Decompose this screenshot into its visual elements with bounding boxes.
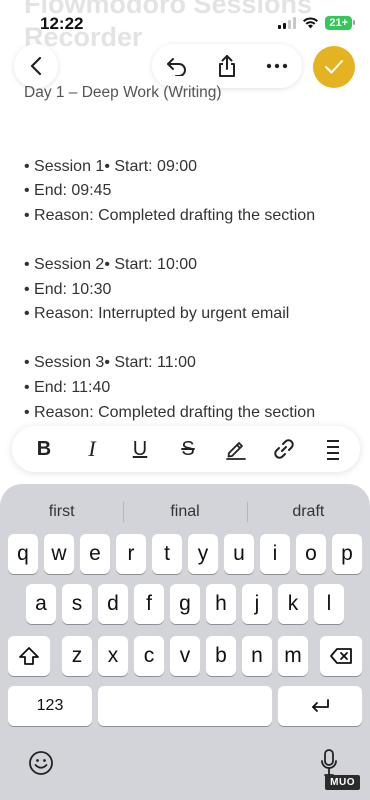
space-key[interactable] — [98, 686, 272, 726]
on-screen-keyboard: first final draft qwertyuiop asdfghjkl z… — [0, 484, 370, 800]
cellular-signal-icon — [278, 17, 297, 29]
key-e[interactable]: e — [80, 534, 110, 574]
key-r[interactable]: r — [116, 534, 146, 574]
list-button[interactable] — [314, 431, 350, 467]
more-horizontal-icon — [266, 63, 288, 69]
note-heading[interactable]: Day 1 – Deep Work (Writing) — [24, 84, 222, 102]
return-key[interactable] — [278, 686, 362, 726]
emoji-icon — [29, 751, 53, 775]
numbers-key[interactable]: 123 — [8, 686, 92, 726]
italic-button[interactable]: I — [74, 431, 110, 467]
key-m[interactable]: m — [278, 636, 308, 676]
return-icon — [312, 699, 329, 712]
key-i[interactable]: i — [260, 534, 290, 574]
battery-indicator: 21+ — [325, 16, 355, 30]
share-button[interactable] — [205, 44, 249, 88]
key-q[interactable]: q — [8, 534, 38, 574]
key-z[interactable]: z — [62, 636, 92, 676]
key-y[interactable]: y — [188, 534, 218, 574]
emoji-button[interactable] — [24, 746, 58, 780]
key-s[interactable]: s — [62, 584, 92, 624]
done-button[interactable] — [313, 46, 355, 88]
key-o[interactable]: o — [296, 534, 326, 574]
key-l[interactable]: l — [314, 584, 344, 624]
key-row-4: 123 — [0, 686, 370, 726]
note-line[interactable]: • Session 2• Start: 10:00 — [24, 255, 354, 280]
list-icon — [327, 440, 339, 460]
underline-button[interactable]: U — [122, 431, 158, 467]
chevron-left-icon — [30, 56, 42, 76]
key-w[interactable]: w — [44, 534, 74, 574]
status-time: 12:22 — [40, 14, 84, 33]
status-icons: 21+ — [278, 16, 355, 30]
note-body[interactable]: • Session 1• Start: 09:00 • End: 09:45 • R… — [24, 132, 354, 427]
formatting-toolbar: B I U S — [12, 426, 360, 472]
blank-line[interactable] — [24, 329, 354, 354]
note-line[interactable]: • Reason: Completed drafting the section — [24, 206, 354, 231]
note-line[interactable]: • End: 09:45 — [24, 181, 354, 206]
note-line[interactable]: • Reason: Interrupted by urgent email — [24, 304, 354, 329]
key-a[interactable]: a — [26, 584, 56, 624]
wifi-icon — [303, 17, 319, 29]
key-row-1: qwertyuiop — [0, 534, 370, 574]
back-button[interactable] — [14, 44, 58, 88]
link-icon — [274, 439, 294, 459]
microphone-icon — [321, 749, 337, 776]
key-f[interactable]: f — [134, 584, 164, 624]
key-d[interactable]: d — [98, 584, 128, 624]
key-t[interactable]: t — [152, 534, 182, 574]
highlight-button[interactable] — [218, 431, 254, 467]
key-h[interactable]: h — [206, 584, 236, 624]
checkmark-icon — [325, 60, 343, 74]
undo-icon — [167, 58, 186, 76]
predictive-text-bar: first final draft — [0, 492, 370, 532]
key-row-3: zxcvbnm — [0, 636, 370, 676]
suggestion-item[interactable]: final — [123, 492, 246, 532]
strikethrough-button[interactable]: S — [170, 431, 206, 467]
delete-key[interactable] — [320, 636, 362, 676]
note-line[interactable]: • Reason: Completed drafting the section — [24, 403, 354, 428]
watermark-logo: MUO — [325, 775, 360, 790]
notes-editor-screen: Flowmodoro Sessions Recorder 12:22 21+ D… — [0, 0, 370, 800]
key-k[interactable]: k — [278, 584, 308, 624]
key-u[interactable]: u — [224, 534, 254, 574]
key-b[interactable]: b — [206, 636, 236, 676]
shift-key[interactable] — [8, 636, 50, 676]
share-icon — [219, 55, 235, 77]
pen-icon — [226, 442, 246, 460]
key-c[interactable]: c — [134, 636, 164, 676]
key-x[interactable]: x — [98, 636, 128, 676]
bold-button[interactable]: B — [26, 431, 62, 467]
link-button[interactable] — [266, 431, 302, 467]
note-line[interactable]: • End: 11:40 — [24, 378, 354, 403]
suggestion-item[interactable]: first — [0, 492, 123, 532]
status-bar: 12:22 21+ — [0, 0, 370, 48]
suggestion-item[interactable]: draft — [246, 492, 370, 532]
key-p[interactable]: p — [332, 534, 362, 574]
blank-line[interactable] — [24, 132, 354, 157]
key-row-2: asdfghjkl — [0, 584, 370, 624]
backspace-icon — [330, 648, 352, 664]
note-actions-group — [152, 44, 302, 88]
more-button[interactable] — [255, 44, 299, 88]
note-line[interactable]: • Session 3• Start: 11:00 — [24, 353, 354, 378]
key-n[interactable]: n — [242, 636, 272, 676]
note-line[interactable]: • Session 1• Start: 09:00 — [24, 157, 354, 182]
shift-icon — [19, 647, 39, 665]
note-line[interactable]: • End: 10:30 — [24, 280, 354, 305]
blank-line[interactable] — [24, 230, 354, 255]
key-j[interactable]: j — [242, 584, 272, 624]
undo-button[interactable] — [155, 44, 199, 88]
key-g[interactable]: g — [170, 584, 200, 624]
key-v[interactable]: v — [170, 636, 200, 676]
